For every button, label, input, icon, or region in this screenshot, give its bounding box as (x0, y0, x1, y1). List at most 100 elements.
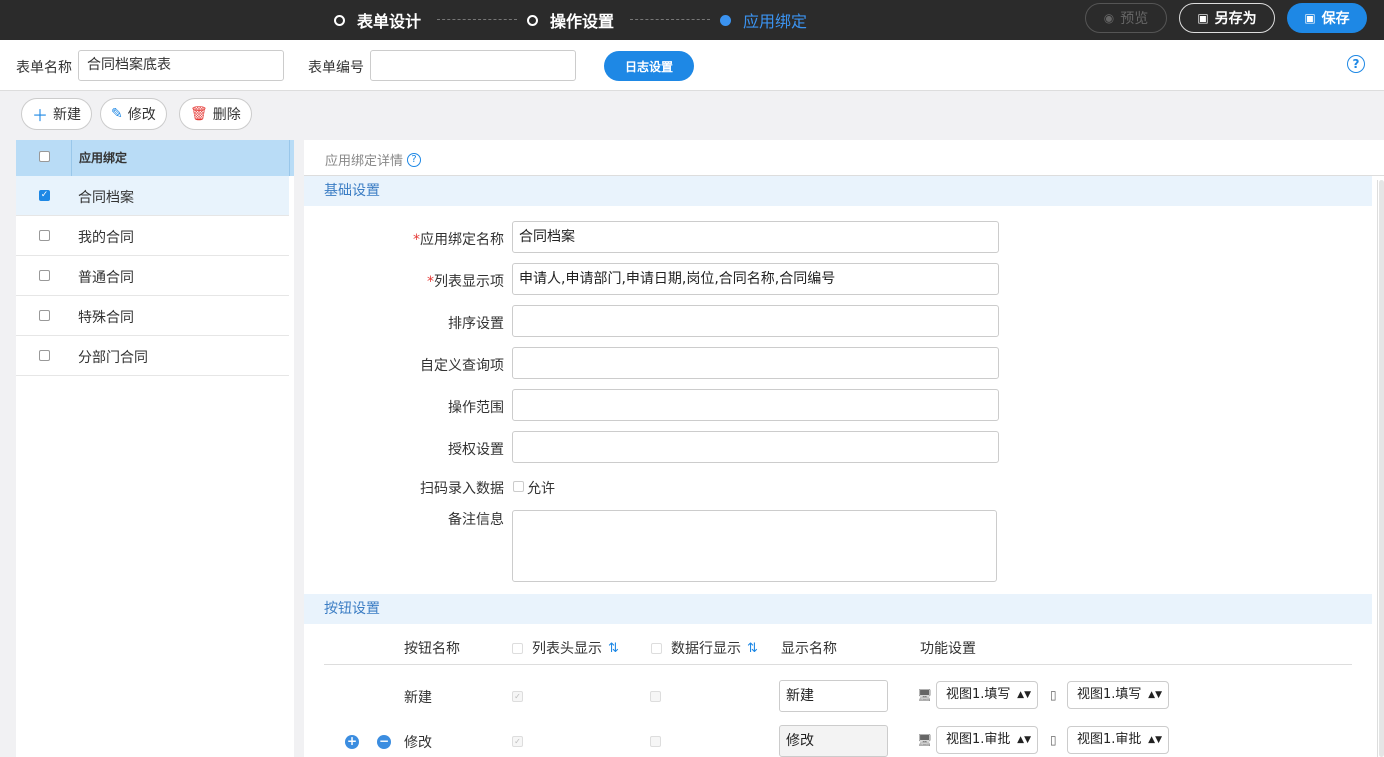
form-code-input[interactable] (370, 50, 576, 81)
step-form-design[interactable]: 表单设计 (334, 0, 421, 40)
display-name-input[interactable]: 修改 (779, 725, 888, 757)
form-code-label: 表单编号 (308, 60, 364, 76)
plus-icon: ＋ (32, 106, 49, 125)
step-app-binding[interactable]: 应用绑定 (720, 0, 807, 40)
list-header-checkbox[interactable]: ✓ (512, 691, 523, 702)
detail-scrollbar[interactable] (1377, 180, 1384, 757)
step-label: 应用绑定 (743, 12, 808, 31)
row-checkbox[interactable] (39, 350, 50, 361)
step-dot-icon (527, 14, 538, 26)
select-arrow-icon: ▲▼ (1148, 735, 1162, 745)
select-all-checkbox[interactable] (39, 151, 50, 162)
new-button[interactable]: ＋ 新建 (21, 98, 93, 130)
operation-scope-input[interactable] (512, 389, 999, 421)
binding-name-label: *应用绑定名称 (413, 232, 504, 248)
list-item[interactable]: 特殊合同 (16, 296, 289, 336)
sort-icon[interactable]: ⇅ (747, 641, 758, 656)
mobile-function-select[interactable]: 视图1.审批 ▲▼ (1067, 726, 1169, 754)
desktop-icon: 🖥 (917, 688, 933, 702)
pc-function-select[interactable]: 视图1.填写 ▲▼ (936, 681, 1038, 709)
mobile-function-select[interactable]: 视图1.填写 ▲▼ (1067, 681, 1169, 709)
help-icon[interactable]: ? (407, 152, 422, 167)
remark-textarea[interactable] (512, 510, 997, 582)
pc-function-select[interactable]: 视图1.审批 ▲▼ (936, 726, 1038, 754)
binding-name-input[interactable]: 合同档案 (512, 221, 999, 253)
help-icon[interactable]: ? (1347, 55, 1365, 73)
row-checkbox[interactable] (39, 270, 50, 281)
form-header: 表单名称 合同档案底表 表单编号 日志设置 ? (0, 40, 1384, 91)
col-display-name: 显示名称 (781, 641, 837, 657)
mobile-icon: ▯ (1050, 688, 1057, 702)
remove-row-icon[interactable]: − (377, 735, 391, 749)
add-row-icon[interactable]: + (345, 735, 359, 749)
pencil-icon: ✎ (111, 106, 123, 122)
save-as-button[interactable]: ▣ 另存为 (1179, 3, 1275, 33)
data-row-checkbox[interactable] (650, 736, 661, 747)
list-item[interactable]: 普通合同 (16, 256, 289, 296)
list-item[interactable]: 我的合同 (16, 216, 289, 256)
save-button[interactable]: ▣ 保存 (1287, 3, 1367, 33)
step-connector (630, 19, 710, 20)
operation-scope-label: 操作范围 (448, 400, 504, 416)
step-label: 表单设计 (357, 12, 422, 31)
col-function-settings: 功能设置 (920, 641, 976, 657)
select-arrow-icon: ▲▼ (1017, 690, 1031, 700)
custom-query-input[interactable] (512, 347, 999, 379)
sort-icon[interactable]: ⇅ (608, 641, 619, 656)
step-operation-settings[interactable]: 操作设置 (527, 0, 614, 40)
col-list-header-display: 列表头显示 ⇅ (512, 638, 619, 658)
custom-query-label: 自定义查询项 (420, 358, 504, 374)
detail-title: 应用绑定详情 ? (325, 150, 422, 169)
scan-allow-label: 允许 (527, 481, 555, 497)
form-name-label: 表单名称 (16, 60, 72, 76)
list-header-label: 应用绑定 (79, 151, 128, 165)
data-row-all-checkbox[interactable] (651, 642, 662, 654)
trash-icon: 🗑 (190, 106, 208, 122)
step-label: 操作设置 (550, 12, 615, 31)
scan-allow-checkbox[interactable] (513, 481, 524, 492)
top-bar: 表单设计 操作设置 应用绑定 ◉ 预览 ▣ 另存为 ▣ 保存 (0, 0, 1384, 40)
list-display-label: *列表显示项 (427, 274, 504, 290)
form-name-input[interactable]: 合同档案底表 (78, 50, 284, 81)
col-button-name: 按钮名称 (404, 641, 460, 657)
select-arrow-icon: ▲▼ (1148, 690, 1162, 700)
auth-label: 授权设置 (448, 442, 504, 458)
scrollbar-thumb[interactable] (1379, 180, 1384, 757)
floppy-icon: ▣ (1304, 11, 1316, 25)
remark-label: 备注信息 (448, 512, 504, 528)
scan-label: 扫码录入数据 (420, 481, 504, 497)
data-row-checkbox[interactable] (650, 691, 661, 702)
floppy-icon: ▣ (1197, 11, 1209, 25)
edit-button[interactable]: ✎ 修改 (100, 98, 167, 130)
display-name-input[interactable]: 新建 (779, 680, 888, 712)
row-checkbox[interactable] (39, 230, 50, 241)
step-connector (437, 19, 517, 20)
mobile-icon: ▯ (1050, 733, 1057, 747)
row-checkbox[interactable] (39, 310, 50, 321)
col-data-row-display: 数据行显示 ⇅ (651, 638, 758, 658)
log-settings-button[interactable]: 日志设置 (604, 51, 694, 81)
button-row-name: 新建 (404, 690, 432, 706)
step-dot-icon (334, 14, 345, 26)
list-item[interactable]: ✓ 合同档案 (16, 176, 289, 216)
binding-list: 应用绑定 ✓ 合同档案 我的合同 普通合同 特殊合同 分部门合同 (16, 140, 294, 757)
list-item[interactable]: 分部门合同 (16, 336, 289, 376)
auth-input[interactable] (512, 431, 999, 463)
button-row-name: 修改 (404, 735, 432, 751)
eye-icon: ◉ (1103, 11, 1115, 25)
list-header-all-checkbox[interactable] (512, 642, 523, 654)
step-dot-icon (720, 14, 731, 26)
select-arrow-icon: ▲▼ (1017, 735, 1031, 745)
list-header-checkbox[interactable]: ✓ (512, 736, 523, 747)
list-display-input[interactable]: 申请人,申请部门,申请日期,岗位,合同名称,合同编号 (512, 263, 999, 295)
delete-button[interactable]: 🗑 删除 (179, 98, 252, 130)
button-settings-section: 按钮设置 (304, 594, 1372, 624)
binding-detail: 应用绑定详情 ? 基础设置 *应用绑定名称 合同档案 *列表显示项 申请人,申请… (304, 140, 1384, 757)
sort-label: 排序设置 (448, 316, 504, 332)
row-checkbox[interactable]: ✓ (39, 190, 50, 201)
preview-button[interactable]: ◉ 预览 (1085, 3, 1167, 33)
desktop-icon: 🖥 (917, 733, 933, 747)
sort-input[interactable] (512, 305, 999, 337)
list-header: 应用绑定 (16, 140, 294, 176)
basic-settings-section: 基础设置 (304, 176, 1372, 206)
